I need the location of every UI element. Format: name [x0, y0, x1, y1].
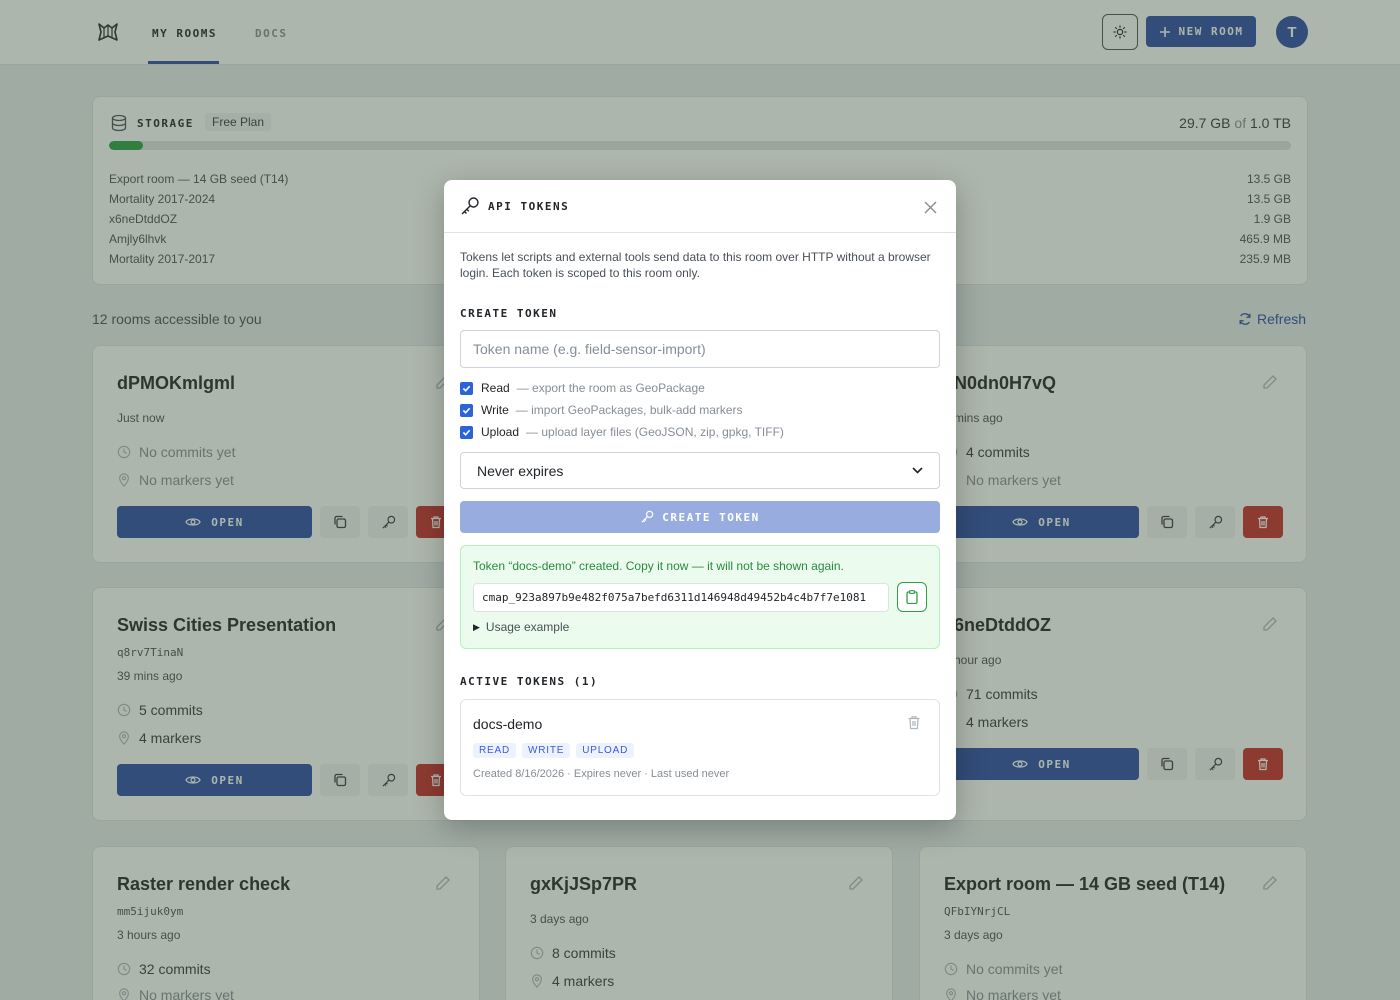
create-token-heading: CREATE TOKEN: [460, 307, 558, 320]
token-value-field[interactable]: cmap_923a897b9e482f075a7befd6311d146948d…: [473, 583, 889, 612]
active-token-name: docs-demo: [473, 716, 543, 732]
scope-badge: WRITE: [521, 743, 571, 758]
create-token-label: CREATE TOKEN: [662, 510, 760, 524]
permission-desc: — upload layer files (GeoJSON, zip, gpkg…: [526, 425, 784, 439]
token-meta: Created 8/16/2026 · Expires never · Last…: [473, 768, 730, 780]
permission-name: Read: [481, 381, 510, 395]
permission-name: Upload: [481, 425, 520, 439]
write-checkbox[interactable]: [460, 403, 473, 417]
close-icon: [924, 201, 936, 213]
chevron-down-icon: [912, 467, 923, 474]
scope-badge: UPLOAD: [576, 743, 635, 758]
modal-description: Tokens let scripts and external tools se…: [460, 250, 931, 280]
copy-token-button[interactable]: [897, 582, 927, 612]
expiry-value: Never expires: [477, 462, 564, 479]
permission-name: Write: [481, 403, 509, 417]
check-icon: [462, 407, 471, 414]
permission-desc: — import GeoPackages, bulk-add markers: [515, 403, 743, 417]
token-name-input[interactable]: [460, 330, 940, 368]
usage-example-label: Usage example: [485, 620, 570, 634]
token-scopes: READ WRITE UPLOAD: [473, 743, 635, 758]
triangle-right-icon: ▶: [473, 621, 480, 632]
close-modal-button[interactable]: [920, 197, 940, 217]
upload-checkbox[interactable]: [460, 425, 473, 439]
expiry-select[interactable]: Never expires: [460, 452, 940, 489]
modal-title: API TOKENS: [488, 200, 570, 213]
check-icon: [462, 429, 471, 436]
permission-desc: — export the room as GeoPackage: [516, 381, 705, 395]
success-message: Token “docs-demo” created. Copy it now —…: [473, 559, 844, 573]
active-token-item: docs-demo READ WRITE UPLOAD Created 8/16…: [460, 699, 940, 796]
key-icon: [641, 510, 654, 523]
check-icon: [462, 385, 471, 392]
scope-badge: READ: [473, 743, 516, 758]
read-checkbox[interactable]: [460, 381, 473, 395]
permission-read[interactable]: Read — export the room as GeoPackage: [460, 381, 705, 395]
permission-write[interactable]: Write — import GeoPackages, bulk-add mar…: [460, 403, 743, 417]
clipboard-icon: [906, 590, 918, 604]
active-tokens-heading: ACTIVE TOKENS (1): [460, 675, 599, 688]
api-tokens-modal: API TOKENS Tokens let scripts and extern…: [444, 180, 956, 820]
permission-upload[interactable]: Upload — upload layer files (GeoJSON, zi…: [460, 425, 784, 439]
modal-header: API TOKENS: [444, 180, 956, 233]
usage-example-toggle[interactable]: ▶ Usage example: [473, 620, 569, 634]
create-token-button[interactable]: CREATE TOKEN: [460, 501, 940, 533]
key-icon: [461, 197, 479, 215]
token-created-alert: Token “docs-demo” created. Copy it now —…: [460, 545, 940, 649]
trash-icon[interactable]: [907, 715, 921, 730]
